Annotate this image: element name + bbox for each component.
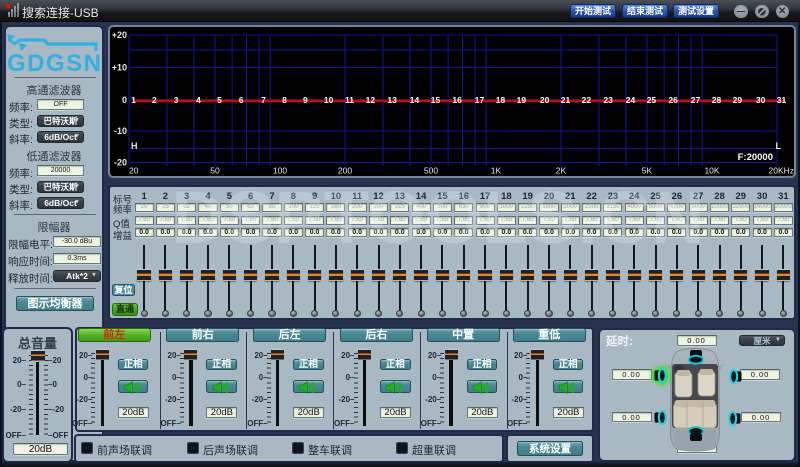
svg-text:12: 12	[366, 95, 376, 105]
svg-text:50: 50	[210, 166, 220, 176]
svg-text:0: 0	[122, 95, 127, 105]
svg-text:5K: 5K	[642, 166, 653, 176]
svg-text:5: 5	[217, 95, 222, 105]
svg-text:30: 30	[756, 95, 766, 105]
svg-text:9: 9	[303, 95, 308, 105]
svg-text:+10: +10	[112, 63, 127, 73]
svg-text:16: 16	[452, 95, 462, 105]
svg-text:20KHz: 20KHz	[768, 166, 794, 176]
svg-text:15: 15	[431, 95, 441, 105]
svg-text:7: 7	[261, 95, 266, 105]
svg-text:13: 13	[387, 95, 397, 105]
svg-text:3: 3	[174, 95, 179, 105]
svg-text:20: 20	[540, 95, 550, 105]
svg-text:-10: -10	[114, 126, 127, 136]
svg-text:H: H	[131, 141, 138, 151]
svg-text:31: 31	[777, 95, 787, 105]
svg-text:19: 19	[517, 95, 527, 105]
svg-text:-20: -20	[114, 158, 127, 168]
svg-text:26: 26	[668, 95, 678, 105]
svg-text:11: 11	[345, 95, 354, 105]
svg-text:4: 4	[196, 95, 201, 105]
svg-text:22: 22	[582, 95, 592, 105]
svg-text:+20: +20	[112, 30, 127, 40]
svg-text:10: 10	[324, 95, 334, 105]
svg-text:25: 25	[647, 95, 657, 105]
svg-text:2K: 2K	[556, 166, 567, 176]
svg-text:24: 24	[626, 95, 636, 105]
svg-text:200: 200	[338, 166, 352, 176]
svg-text:L: L	[776, 141, 782, 151]
svg-text:21: 21	[561, 95, 571, 105]
svg-text:6: 6	[239, 95, 244, 105]
svg-text:1K: 1K	[491, 166, 502, 176]
svg-text:17: 17	[475, 95, 485, 105]
svg-text:29: 29	[733, 95, 743, 105]
svg-text:27: 27	[691, 95, 701, 105]
svg-text:28: 28	[712, 95, 722, 105]
svg-text:100: 100	[273, 166, 287, 176]
svg-text:500: 500	[424, 166, 438, 176]
svg-text:14: 14	[410, 95, 420, 105]
svg-text:23: 23	[603, 95, 613, 105]
svg-text:2: 2	[152, 95, 157, 105]
svg-text:10K: 10K	[704, 166, 719, 176]
svg-text:18: 18	[496, 95, 506, 105]
svg-text:20: 20	[129, 166, 139, 176]
svg-text:8: 8	[282, 95, 287, 105]
svg-text:GDGSN: GDGSN	[7, 50, 101, 77]
svg-text:F:20000: F:20000	[738, 152, 773, 163]
svg-text:1: 1	[131, 95, 136, 105]
